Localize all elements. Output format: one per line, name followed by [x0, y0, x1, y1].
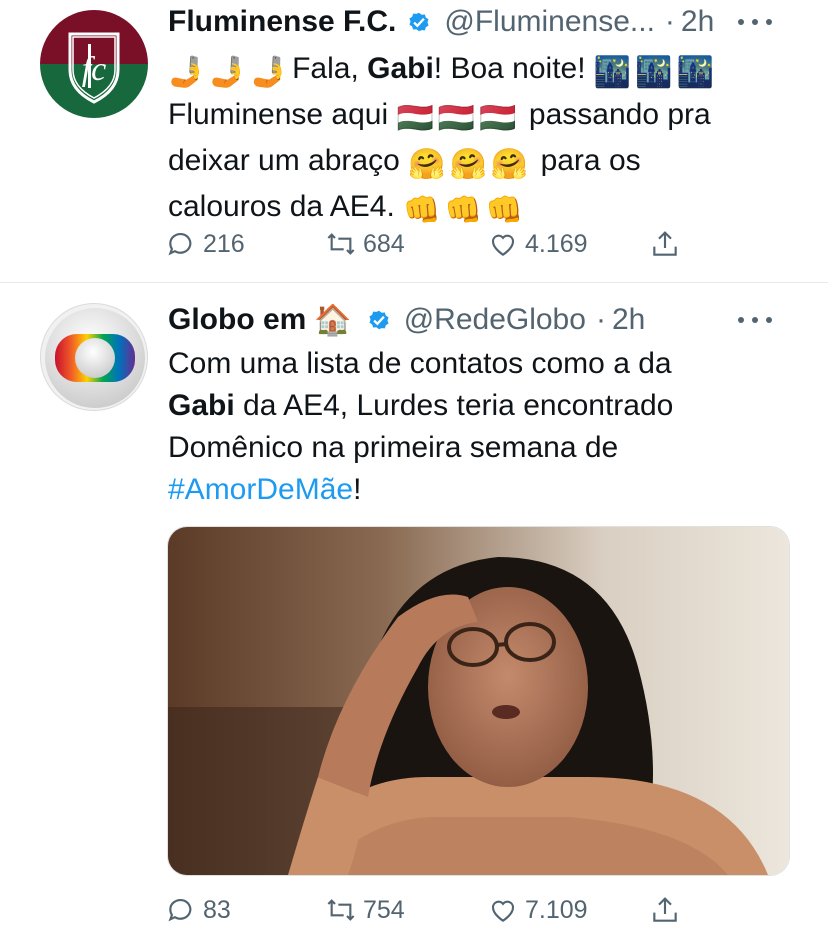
- tweet-text-segment: calouros da AE4.: [168, 190, 395, 223]
- svg-text:fc: fc: [82, 51, 107, 88]
- reply-count: 83: [203, 895, 231, 924]
- verified-badge-icon: [409, 12, 429, 32]
- tweet-text-segment: Fala,: [292, 52, 368, 85]
- reply-button[interactable]: 83: [165, 890, 231, 930]
- tweet-text-segment: para os: [540, 144, 641, 177]
- retweet-button[interactable]: 754: [325, 890, 405, 930]
- like-count: 4.169: [525, 229, 588, 258]
- night-city-emoji: 🌃: [593, 56, 632, 89]
- hug-emoji: 🤗: [449, 148, 487, 181]
- night-city-emoji: 🌃: [676, 56, 714, 89]
- tweet-actions: 216 684 4.169: [165, 224, 705, 264]
- flag-emoji: 🇭🇺: [479, 102, 517, 135]
- tweet-line: Gabi da AE4, Lurdes teria encontrado: [168, 385, 788, 427]
- author-handle[interactable]: @RedeGlobo: [404, 303, 586, 337]
- bold-mention: Gabi: [168, 389, 235, 422]
- share-button[interactable]: [649, 224, 687, 264]
- tweet-text-segment: da AE4, Lurdes teria encontrado: [234, 389, 674, 422]
- selfie-emoji: 🤳: [168, 56, 206, 89]
- heart-icon: [491, 234, 515, 256]
- retweet-count: 754: [363, 895, 405, 924]
- bold-mention: Gabi: [367, 52, 434, 85]
- tweet-media-image[interactable]: [167, 526, 790, 876]
- fluminense-avatar[interactable]: fc: [40, 10, 148, 118]
- flag-emoji: 🇭🇺: [437, 102, 476, 135]
- verified-badge-icon: [369, 310, 389, 330]
- author-name[interactable]: Fluminense F.C.: [168, 5, 396, 39]
- tweet-actions: 83 754 7.109: [165, 890, 705, 930]
- author-handle[interactable]: @Fluminense...: [444, 5, 655, 39]
- retweet-icon: [327, 233, 355, 255]
- retweet-button[interactable]: 684: [325, 224, 405, 264]
- night-city-emoji: 🌃: [635, 56, 673, 89]
- like-count: 7.109: [525, 895, 588, 924]
- tweet-text: 🤳 🤳 🤳 Fala, Gabi! Boa noite! 🌃 🌃 🌃 Fluminense…: [168, 48, 788, 232]
- selfie-emoji: 🤳: [250, 56, 289, 89]
- hug-emoji: 🤗: [490, 148, 529, 181]
- tweet-text-segment: Domênico na primeira semana de: [168, 431, 619, 464]
- tweet-redeglobo[interactable]: Globo em 🏠 @RedeGlobo · 2h Com uma lista…: [0, 283, 828, 934]
- house-emoji: 🏠: [314, 303, 352, 337]
- tweet-line: deixar um abraço 🤗 🤗 🤗 para os: [168, 140, 788, 186]
- tweet-time[interactable]: 2h: [612, 303, 645, 337]
- selfie-emoji: 🤳: [209, 56, 247, 89]
- flag-emoji: 🇭🇺: [396, 102, 434, 135]
- globo-avatar[interactable]: [40, 303, 148, 411]
- tweet-header: Globo em 🏠 @RedeGlobo · 2h: [168, 300, 645, 340]
- heart-icon: [491, 900, 515, 922]
- tweet-text-segment: deixar um abraço: [168, 144, 400, 177]
- tweet-text-segment: passando pra: [528, 98, 711, 131]
- tweet-fluminense[interactable]: fc Fluminense F.C. @Fluminense... · 2h 🤳…: [0, 0, 828, 280]
- share-button[interactable]: [649, 890, 687, 930]
- reply-button[interactable]: 216: [165, 224, 245, 264]
- separator-dot: ·: [664, 5, 675, 38]
- tweet-text-segment: !: [353, 473, 362, 506]
- fluminense-crest-icon: fc: [40, 10, 148, 118]
- tweet-line: 🤳 🤳 🤳 Fala, Gabi! Boa noite! 🌃 🌃 🌃: [168, 48, 788, 94]
- globo-logo-icon: [45, 308, 145, 408]
- separator-dot: ·: [595, 303, 606, 336]
- tweet-line: Domênico na primeira semana de: [168, 427, 788, 469]
- retweet-count: 684: [363, 229, 405, 258]
- tweet-text-segment: Fluminense aqui: [168, 98, 389, 131]
- retweet-icon: [327, 899, 355, 921]
- woman-photo-image: [168, 527, 789, 875]
- hashtag-link[interactable]: #AmorDeMãe: [168, 473, 353, 506]
- tweet-line: #AmorDeMãe!: [168, 469, 788, 511]
- tweet-text-segment: Com uma lista de contatos como a da: [168, 347, 672, 380]
- author-name[interactable]: Globo em: [168, 303, 306, 337]
- reply-icon: [168, 233, 192, 256]
- reply-icon: [168, 899, 192, 922]
- more-options-icon[interactable]: [738, 300, 772, 340]
- tweet-line: Com uma lista de contatos como a da: [168, 343, 788, 385]
- reply-count: 216: [203, 229, 245, 258]
- share-icon: [653, 897, 677, 922]
- tweet-text: Com uma lista de contatos como a da Gabi…: [168, 343, 788, 511]
- like-button[interactable]: 4.169: [487, 224, 588, 264]
- tweet-time[interactable]: 2h: [681, 5, 714, 39]
- more-options-icon[interactable]: [738, 2, 772, 42]
- tweet-header: Fluminense F.C. @Fluminense... · 2h: [168, 2, 714, 42]
- tweet-line: Fluminense aqui 🇭🇺 🇭🇺 🇭🇺 passando pra: [168, 94, 788, 140]
- tweet-text-segment: ! Boa noite!: [433, 52, 586, 85]
- like-button[interactable]: 7.109: [487, 890, 588, 930]
- hug-emoji: 🤗: [408, 148, 446, 181]
- share-icon: [653, 231, 677, 256]
